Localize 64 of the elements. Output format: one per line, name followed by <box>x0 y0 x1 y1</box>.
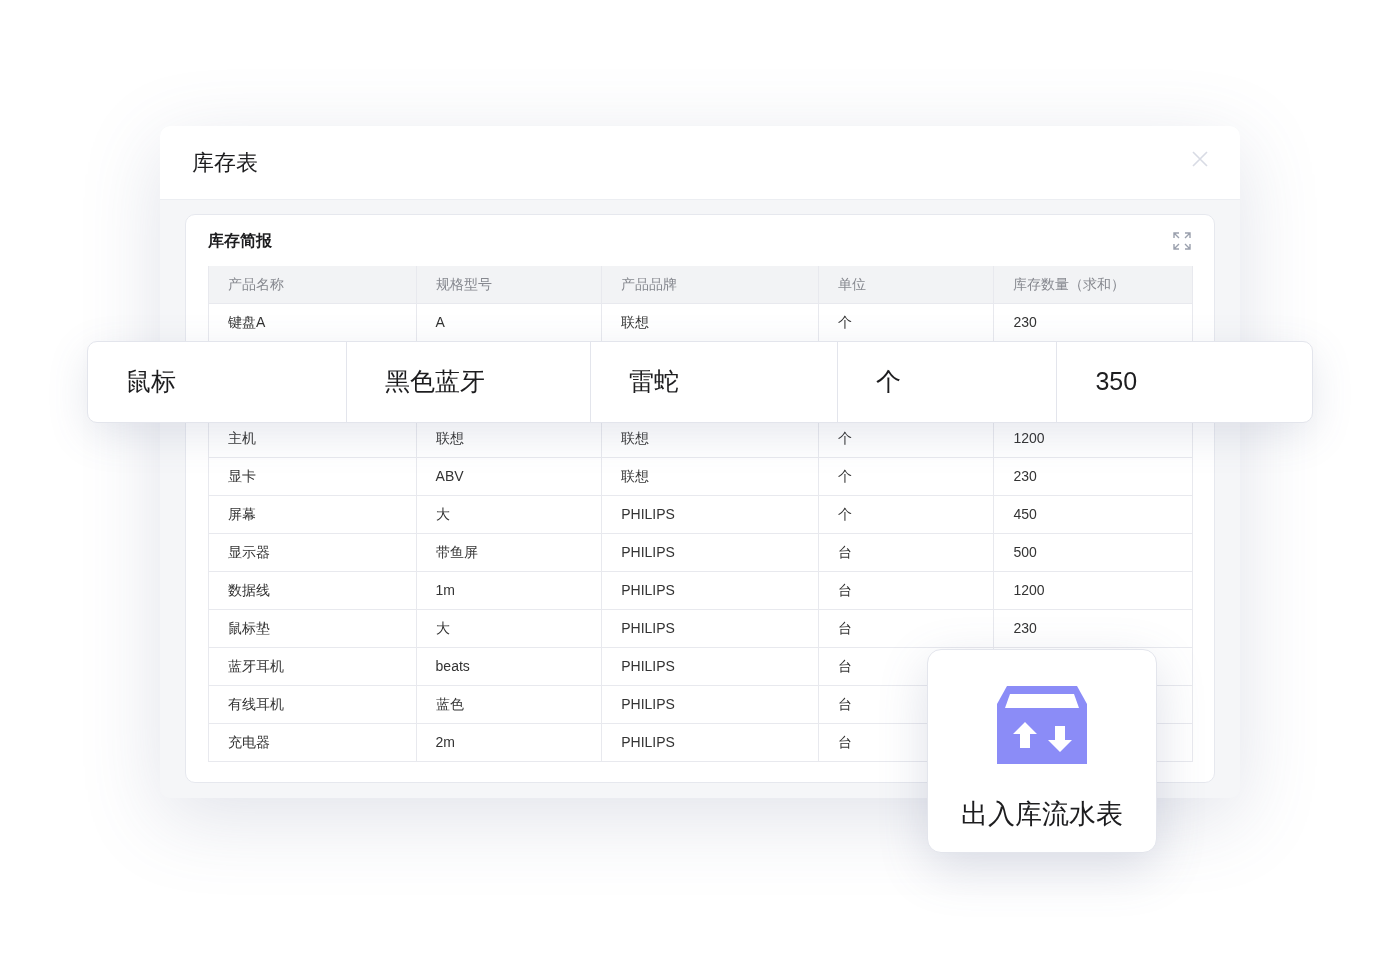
dialog-title: 库存表 <box>192 149 258 177</box>
table-cell-text: 个 <box>837 313 852 332</box>
table-cell-text: PHILIPS <box>621 695 675 714</box>
table-cell-text: 个 <box>837 429 852 448</box>
table-cell-text: 230 <box>1013 619 1037 638</box>
column-header: 库存数量（求和） <box>1013 275 1126 294</box>
table-cell-text: 1200 <box>1013 581 1045 600</box>
table-cell-text: PHILIPS <box>621 733 675 752</box>
table-cell-text: 2m <box>435 733 456 752</box>
table-cell-text: 台 <box>837 619 852 638</box>
table-cell-text: 大 <box>435 505 450 524</box>
table-cell-text: 台 <box>837 657 852 676</box>
expand-icon[interactable] <box>1172 230 1192 251</box>
table-cell-text: 数据线 <box>228 581 270 600</box>
table-cell-text: 台 <box>837 581 852 600</box>
table-cell-text: 个 <box>875 366 901 398</box>
table-cell-text: PHILIPS <box>621 543 675 562</box>
table-cell-text: 台 <box>837 733 852 752</box>
column-header: 单位 <box>837 275 866 294</box>
table-cell-text: 个 <box>837 505 852 524</box>
table-cell-text: 450 <box>1013 505 1037 524</box>
table-cell-text: 充电器 <box>228 733 270 752</box>
table-cell-text: 蓝牙耳机 <box>228 657 284 676</box>
table-cell-text: 键盘A <box>228 313 266 332</box>
table-cell-text: 雷蛇 <box>629 366 680 398</box>
table-cell-text: 1200 <box>1013 429 1045 448</box>
column-header: 产品名称 <box>228 275 284 294</box>
table-cell-text: PHILIPS <box>621 619 675 638</box>
table-cell-text: 鼠标 <box>126 366 176 398</box>
card-title: 库存简报 <box>208 230 272 251</box>
table-cell-text: 台 <box>837 695 852 714</box>
table-cell-text: 蓝色 <box>435 695 464 714</box>
column-header: 规格型号 <box>435 275 492 294</box>
table-cell-text: 500 <box>1013 543 1037 562</box>
table-cell-text: 显卡 <box>228 467 256 486</box>
table-cell-text: 联想 <box>435 429 464 448</box>
table-cell-text: 联想 <box>621 429 650 448</box>
table-cell-text: 鼠标垫 <box>228 619 270 638</box>
table-cell-text: 台 <box>837 543 852 562</box>
table-cell-text: 大 <box>435 619 450 638</box>
table-cell-text: beats <box>435 657 470 676</box>
table-cell-text: 350 <box>1095 366 1138 398</box>
table-cell-text: 1m <box>435 581 456 600</box>
box-arrows-icon <box>997 686 1087 764</box>
table-cell-text: 主机 <box>228 429 256 448</box>
column-header: 产品品牌 <box>621 275 678 294</box>
table-cell-text: 230 <box>1013 313 1037 332</box>
shortcut-label: 出入库流水表 <box>961 798 1123 831</box>
table-cell-text: 屏幕 <box>228 505 256 524</box>
table-cell-text: PHILIPS <box>621 505 675 524</box>
table-cell-text: PHILIPS <box>621 657 675 676</box>
table-cell-text: 联想 <box>621 467 650 486</box>
table-cell-text: A <box>435 313 445 332</box>
table-cell-text: ABV <box>435 467 464 486</box>
table-cell-text: 带鱼屏 <box>435 543 478 562</box>
close-icon[interactable] <box>1192 150 1208 167</box>
table-cell-text: 230 <box>1013 467 1037 486</box>
table-cell-text: PHILIPS <box>621 581 675 600</box>
table-cell-text: 有线耳机 <box>228 695 284 714</box>
table-cell-text: 黑色蓝牙 <box>384 366 485 398</box>
table-cell-text: 联想 <box>621 313 650 332</box>
table-cell-text: 显示器 <box>228 543 270 562</box>
shortcut-card[interactable]: 出入库流水表 <box>927 649 1157 853</box>
table-cell-text: 个 <box>837 467 852 486</box>
